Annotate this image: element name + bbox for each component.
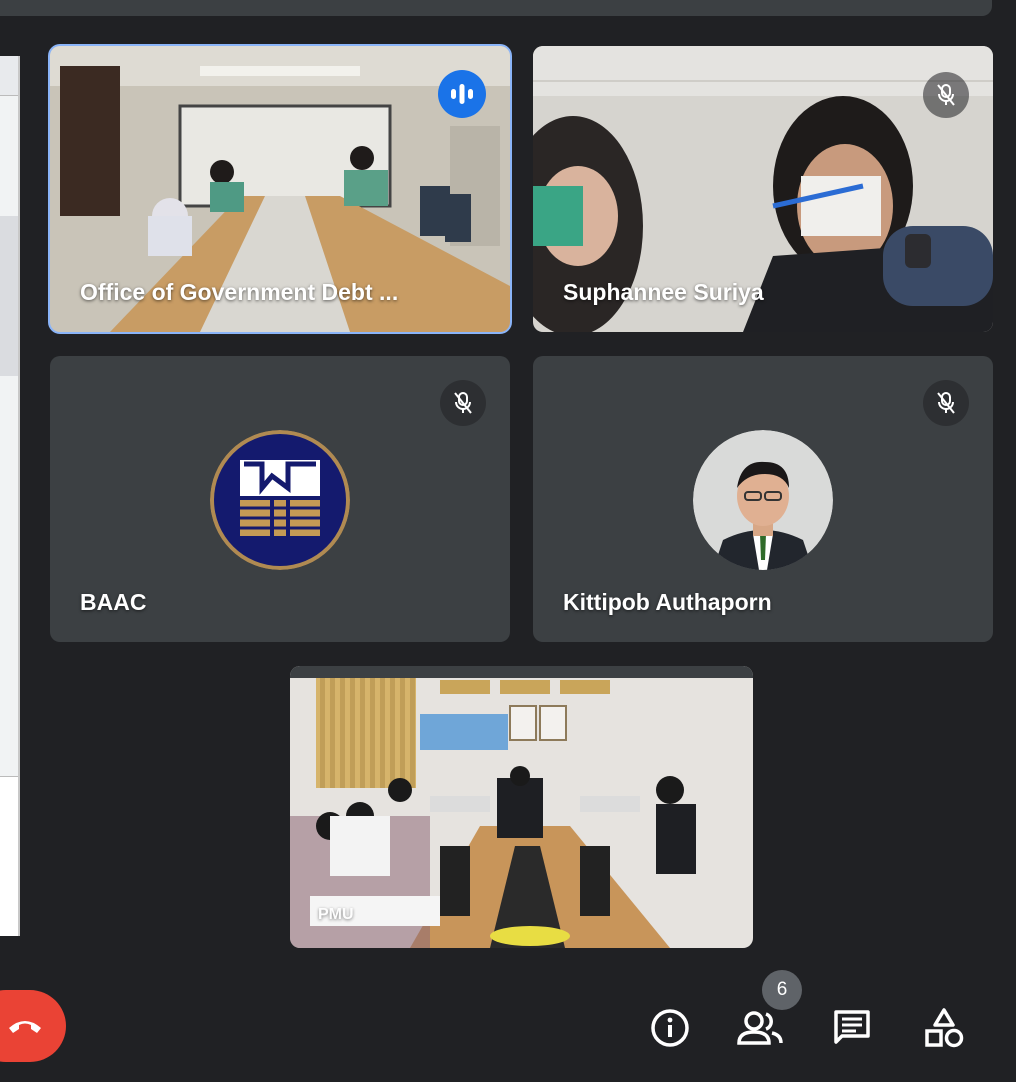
presentation-scroll-area [0, 216, 18, 376]
participant-tile-kittipob[interactable]: Kittipob Authaporn [533, 356, 993, 642]
participant-name: Suphannee Suriya [563, 279, 764, 305]
participant-name: Office of Government Debt ... [80, 279, 399, 305]
presentation-panel-edge[interactable] [0, 56, 20, 936]
presentation-toolbar [0, 56, 18, 96]
baac-logo-avatar [210, 430, 350, 570]
mic-off-icon [440, 380, 486, 426]
participant-tile-pmu[interactable]: PMU [290, 666, 753, 948]
chat-icon [834, 1010, 870, 1044]
presentation-footer [0, 776, 18, 936]
participant-name: Kittipob Authaporn [563, 589, 772, 615]
people-icon [737, 1011, 783, 1045]
mic-off-icon [923, 380, 969, 426]
leave-call-button[interactable] [0, 990, 66, 1062]
activities-icon [925, 1008, 964, 1048]
activities-button[interactable] [916, 1000, 972, 1056]
meeting-details-button[interactable] [642, 1000, 698, 1056]
mic-off-icon [923, 72, 969, 118]
phone-hangup-icon [9, 1021, 41, 1033]
people-button[interactable] [732, 1000, 788, 1056]
participant-tile-office-debt[interactable]: Office of Government Debt ... [48, 44, 512, 334]
info-icon [651, 1009, 689, 1047]
participant-tile-baac[interactable]: BAAC [50, 356, 510, 642]
chat-button[interactable] [824, 1000, 880, 1056]
participant-tile-suphannee[interactable]: Suphannee Suriya [533, 46, 993, 332]
participant-name: BAAC [80, 589, 147, 615]
person-photo-avatar [693, 430, 833, 570]
speaking-indicator-icon [438, 70, 486, 118]
conference-room-video [290, 666, 753, 948]
participant-name: PMU [318, 906, 354, 923]
top-bar [0, 0, 992, 16]
